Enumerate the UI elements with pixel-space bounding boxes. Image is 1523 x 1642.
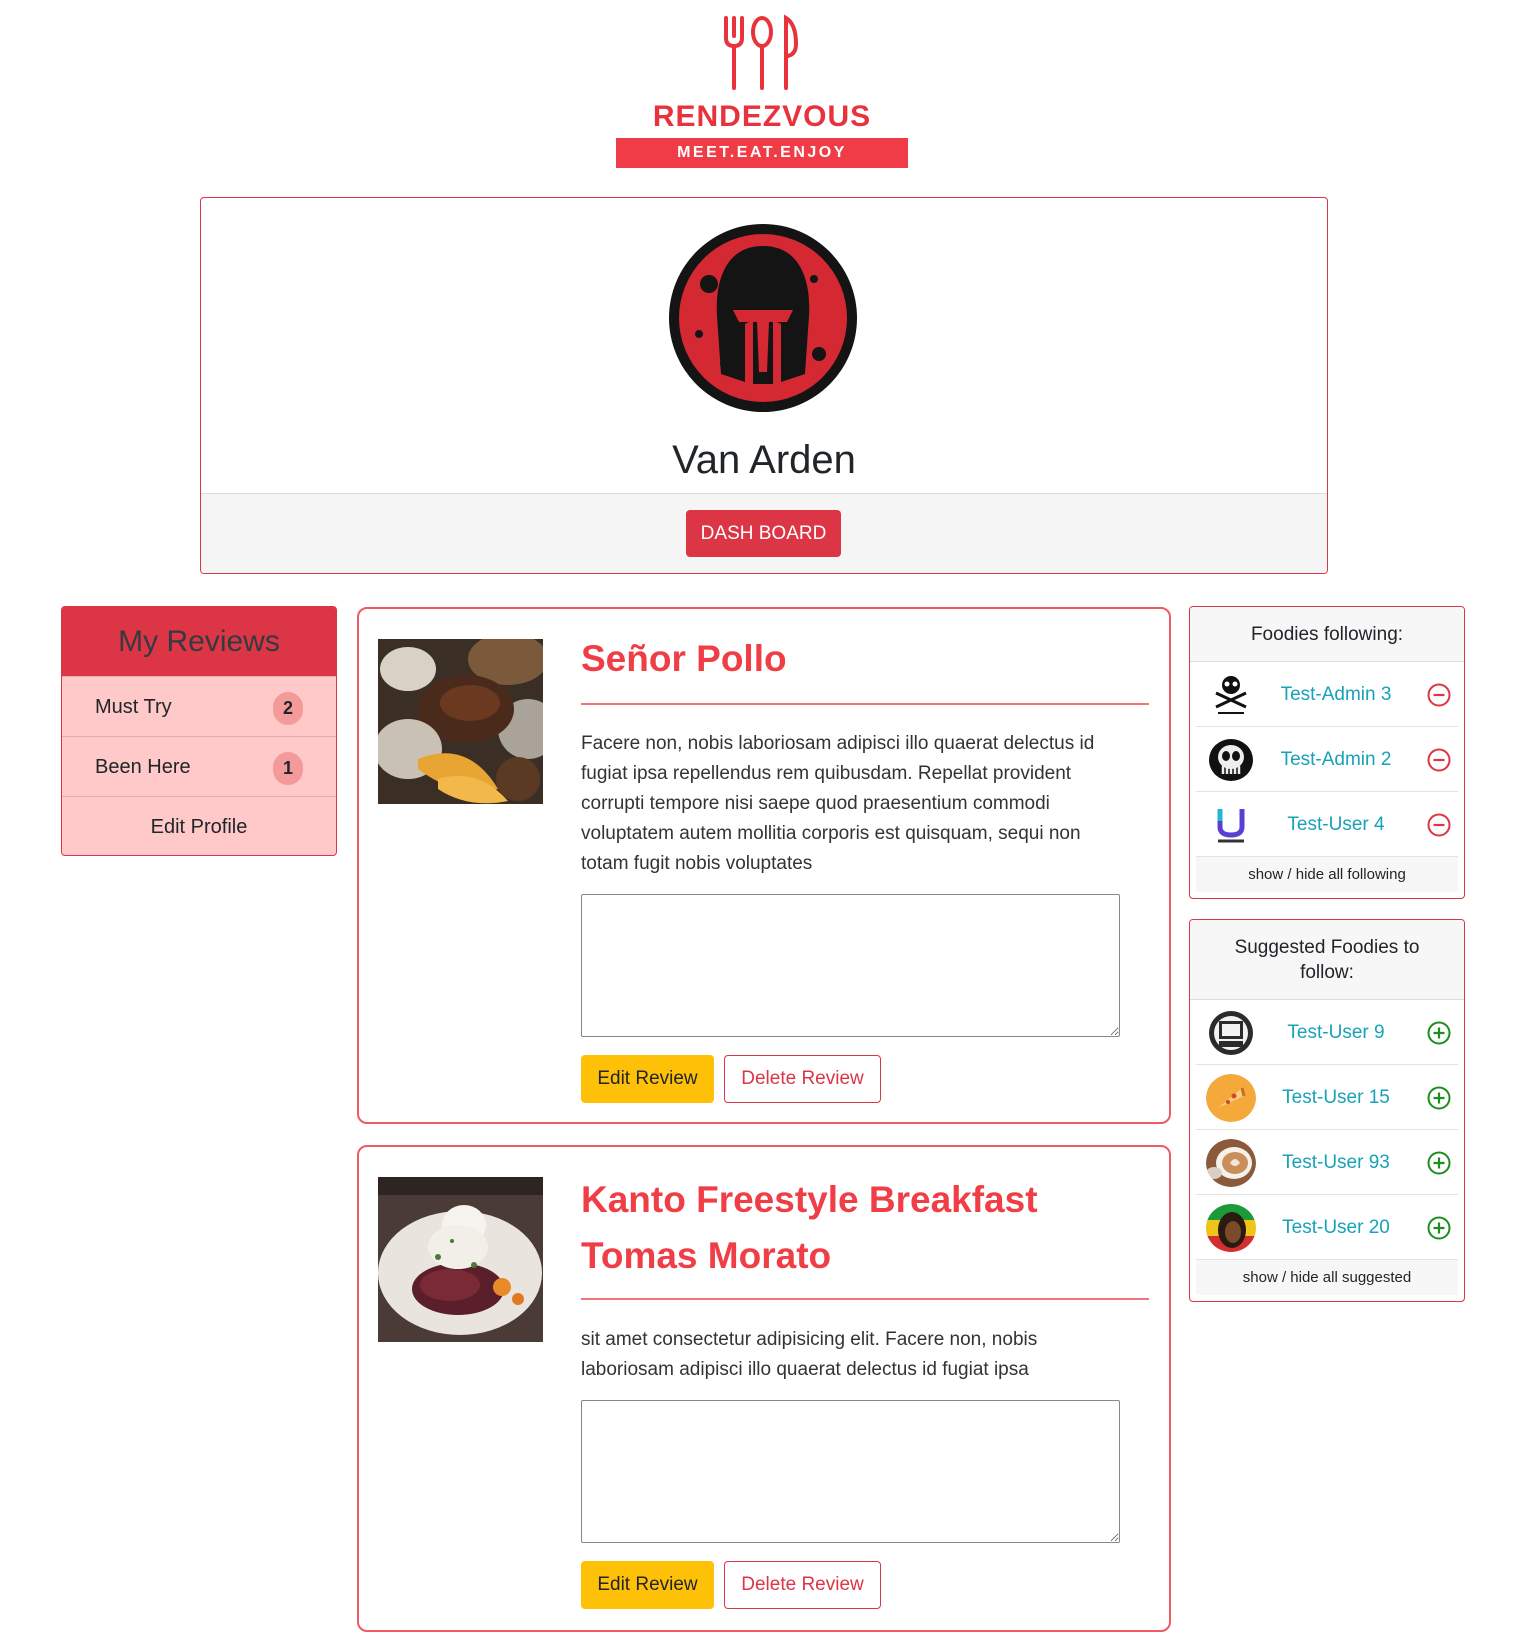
punisher-skull-avatar — [1206, 736, 1256, 784]
review-text: Facere non, nobis laboriosam adipisci il… — [581, 733, 1095, 874]
spartan-helmet-icon — [679, 234, 847, 402]
sidebar-item-label: Been Here — [95, 756, 191, 778]
review-title: Señor Pollo — [581, 638, 787, 679]
foodie-name-link[interactable]: Test-User 15 — [1260, 1065, 1412, 1130]
roast-chicken-platter-photo — [378, 639, 543, 804]
delete-review-button[interactable]: Delete Review — [724, 1561, 881, 1609]
utensils-icon — [724, 14, 799, 90]
my-reviews-panel: My Reviews Must Try 2 Been Here 1 Edit P… — [61, 606, 337, 856]
skull-crossbones-avatar — [1206, 671, 1256, 719]
foodie-name-link[interactable]: Test-Admin 2 — [1260, 727, 1412, 792]
profile-footer: DASH BOARD — [201, 493, 1327, 573]
review-card: Kanto Freestyle Breakfast Tomas Morato s… — [357, 1145, 1171, 1632]
my-reviews-title: My Reviews — [62, 607, 336, 676]
sidebar-item-been-here[interactable]: Been Here 1 — [62, 736, 336, 796]
review-textarea[interactable] — [581, 1400, 1120, 1543]
foodie-name-link[interactable]: Test-User 9 — [1260, 1000, 1412, 1065]
foodie-name-link[interactable]: Test-Admin 3 — [1260, 662, 1412, 727]
review-photo — [378, 1177, 543, 1342]
brand-logo[interactable]: RENDEZVOUS MEET.EAT.ENJOY — [614, 14, 910, 174]
count-badge: 2 — [273, 692, 303, 725]
review-title: Kanto Freestyle Breakfast Tomas Morato — [581, 1179, 1038, 1276]
divider — [581, 1298, 1149, 1300]
avatar[interactable] — [1206, 736, 1256, 784]
uplift-logo-avatar — [1206, 801, 1256, 849]
foodie-name-link[interactable]: Test-User 93 — [1260, 1130, 1412, 1195]
brand-name: RENDEZVOUS — [652, 100, 872, 133]
avatar[interactable] — [1206, 1074, 1256, 1122]
avatar[interactable] — [1206, 1204, 1256, 1252]
following-title: Foodies following: — [1190, 607, 1464, 662]
dashboard-button[interactable]: DASH BOARD — [686, 510, 841, 557]
suggested-title: Suggested Foodies to follow: — [1190, 920, 1464, 1000]
review-textarea[interactable] — [581, 894, 1120, 1037]
toggle-suggested-link[interactable]: show / hide all suggested — [1196, 1260, 1458, 1295]
suggested-row: Test-User 93 — [1196, 1130, 1458, 1195]
foodie-name-link[interactable]: Test-User 20 — [1260, 1195, 1412, 1260]
count-badge: 1 — [273, 752, 303, 785]
edit-review-button[interactable]: Edit Review — [581, 1561, 714, 1609]
follow-icon[interactable] — [1426, 1085, 1452, 1111]
unfollow-icon[interactable] — [1426, 747, 1452, 773]
brand-tagline: MEET.EAT.ENJOY — [616, 138, 908, 168]
unfollow-icon[interactable] — [1426, 812, 1452, 838]
sidebar-item-must-try[interactable]: Must Try 2 — [62, 676, 336, 736]
following-row: Test-User 4 — [1196, 792, 1458, 857]
profile-card: Van Arden DASH BOARD — [200, 197, 1328, 574]
pizza-slice-avatar — [1206, 1074, 1256, 1122]
profile-name: Van Arden — [672, 438, 856, 482]
suggested-panel: Suggested Foodies to follow: Test-User 9 — [1189, 919, 1465, 1302]
avatar[interactable] — [1206, 1139, 1256, 1187]
k9-badge-avatar — [1206, 1009, 1256, 1057]
profile-avatar — [669, 224, 857, 412]
avatar[interactable] — [1206, 671, 1256, 719]
rasta-portrait-avatar — [1206, 1204, 1256, 1252]
delete-review-button[interactable]: Delete Review — [724, 1055, 881, 1103]
divider — [581, 703, 1149, 705]
review-text: sit amet consectetur adipisicing elit. F… — [581, 1329, 1038, 1380]
avatar[interactable] — [1206, 1009, 1256, 1057]
toggle-following-link[interactable]: show / hide all following — [1196, 857, 1458, 892]
breakfast-plate-photo — [378, 1177, 543, 1342]
review-photo — [378, 639, 543, 804]
following-panel: Foodies following: Test-Admin 3 Test-Adm… — [1189, 606, 1465, 899]
latte-cup-avatar — [1206, 1139, 1256, 1187]
avatar[interactable] — [1206, 801, 1256, 849]
sidebar-item-label: Must Try — [95, 696, 172, 718]
review-card: Señor Pollo Facere non, nobis laboriosam… — [357, 607, 1171, 1124]
follow-icon[interactable] — [1426, 1215, 1452, 1241]
edit-review-button[interactable]: Edit Review — [581, 1055, 714, 1103]
unfollow-icon[interactable] — [1426, 682, 1452, 708]
following-row: Test-Admin 3 — [1196, 662, 1458, 727]
follow-icon[interactable] — [1426, 1150, 1452, 1176]
suggested-row: Test-User 20 — [1196, 1195, 1458, 1260]
following-row: Test-Admin 2 — [1196, 727, 1458, 792]
follow-icon[interactable] — [1426, 1020, 1452, 1046]
sidebar-item-edit-profile[interactable]: Edit Profile — [62, 796, 336, 855]
suggested-row: Test-User 9 — [1196, 1000, 1458, 1065]
suggested-row: Test-User 15 — [1196, 1065, 1458, 1130]
foodie-name-link[interactable]: Test-User 4 — [1260, 792, 1412, 857]
